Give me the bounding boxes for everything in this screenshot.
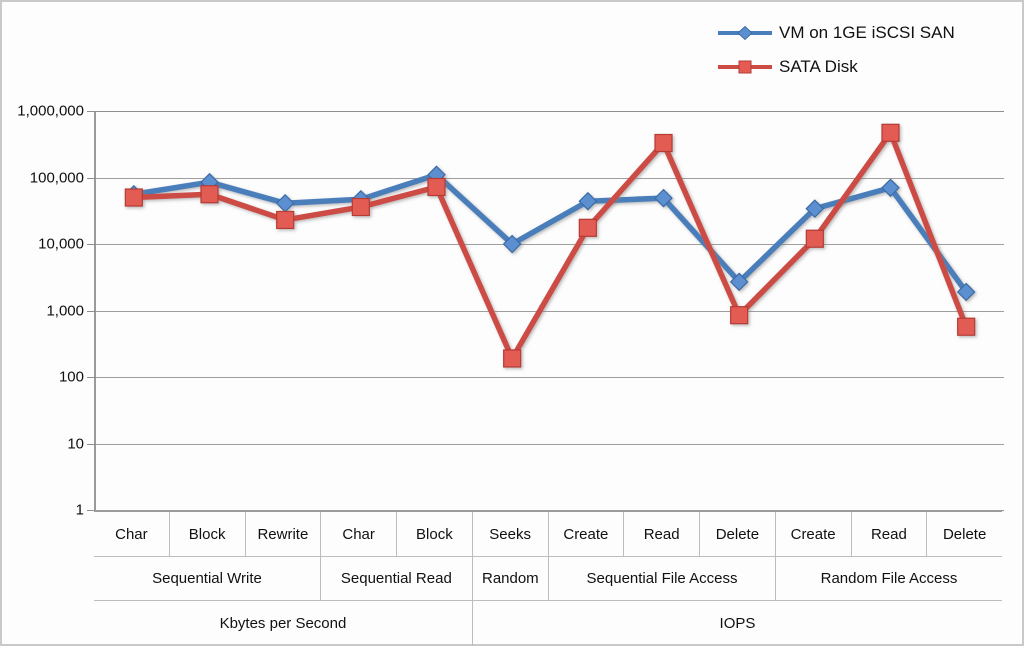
data-point xyxy=(275,193,295,213)
y-tick-mark-1000 xyxy=(87,310,96,312)
series-plot xyxy=(124,123,976,368)
legend-item-1: SATA Disk xyxy=(718,50,1018,84)
data-point xyxy=(805,229,824,248)
series-sata-disk xyxy=(124,123,976,368)
data-point xyxy=(654,133,673,153)
data-point xyxy=(957,317,976,336)
series-vm-on-1ge-iscsi-san xyxy=(124,165,976,302)
x-category-10: Read xyxy=(852,512,928,556)
x-category-3: Char xyxy=(321,512,397,556)
series-line xyxy=(131,130,969,362)
legend-item-0: VM on 1GE iSCSI SAN xyxy=(718,16,1018,50)
x-axis-level3-row: Kbytes per Second IOPS xyxy=(94,600,1002,646)
x-group-3: Sequential File Access xyxy=(549,557,776,600)
x-axis-category-table: Char Block Rewrite Char Block Seeks Create Read… xyxy=(94,510,1002,646)
x-axis-level1-row: Char Block Rewrite Char Block Seeks Create Read… xyxy=(94,512,1002,556)
x-category-9: Create xyxy=(776,512,852,556)
y-axis-labels: 1,000,000 100,000 10,000 1,000 100 10 1 xyxy=(2,103,84,519)
x-unit-0: Kbytes per Second xyxy=(94,601,473,646)
y-tick-mark-10000 xyxy=(87,244,96,245)
legend-key-square-icon xyxy=(718,59,772,75)
x-unit-1: IOPS xyxy=(719,615,756,632)
y-tick-label-100: 100 xyxy=(58,368,84,386)
chart-legend: VM on 1GE iSCSI SAN SATA Disk xyxy=(718,16,1018,84)
x-category-7: Read xyxy=(624,512,700,556)
x-category-8: Delete xyxy=(700,512,776,556)
y-tick-label-1: 1 xyxy=(75,501,84,519)
y-tick-label-10: 10 xyxy=(67,435,84,452)
chart-container: VM on 1GE iSCSI SAN SATA Disk 1,000,000 … xyxy=(0,0,1024,646)
series-line xyxy=(131,171,969,295)
x-axis-level2-row: Sequential Write Sequential Read Random Seq… xyxy=(94,556,1002,600)
x-group-1: Sequential Read xyxy=(321,557,473,600)
x-group-0: Sequential Write xyxy=(94,557,321,600)
data-point xyxy=(427,177,446,197)
x-category-1: Block xyxy=(170,512,246,556)
x-category-2: Rewrite xyxy=(246,512,322,556)
legend-key-diamond-icon xyxy=(718,25,772,41)
data-point xyxy=(124,188,143,207)
legend-label-1: SATA Disk xyxy=(779,57,858,76)
data-point xyxy=(276,210,295,230)
y-tick-label-100000: 100,000 xyxy=(29,169,84,186)
data-point xyxy=(503,349,522,368)
data-point xyxy=(351,197,370,217)
data-point xyxy=(200,185,219,204)
y-tick-mark-100 xyxy=(87,377,96,378)
x-category-5: Seeks xyxy=(473,512,549,556)
plot-area xyxy=(87,111,1004,511)
y-tick-label-1000000: 1,000,000 xyxy=(17,102,84,120)
x-group-2: Random xyxy=(473,557,549,600)
data-point xyxy=(578,218,597,237)
y-tick-mark-1000000 xyxy=(87,111,96,112)
x-category-4: Block xyxy=(397,512,473,556)
x-category-0: Char xyxy=(94,512,170,556)
x-category-11: Delete xyxy=(942,525,987,543)
y-tick-label-10000: 10,000 xyxy=(38,235,84,253)
y-tick-mark-10 xyxy=(87,443,96,445)
data-point xyxy=(730,306,749,325)
y-tick-label-1000: 1,000 xyxy=(46,302,84,319)
x-category-6: Create xyxy=(549,512,625,556)
y-tick-mark-100000 xyxy=(87,177,96,179)
legend-label-0: VM on 1GE iSCSI SAN xyxy=(779,23,955,42)
x-group-4: Random File Access xyxy=(820,570,958,587)
data-point xyxy=(881,123,900,142)
